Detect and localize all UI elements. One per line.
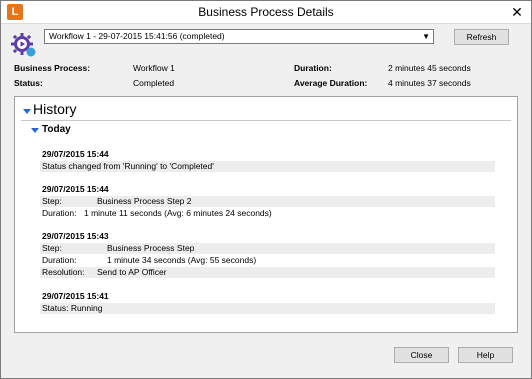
entry-key: Step: <box>42 243 62 253</box>
entry-value: Business Process Step 2 <box>97 196 192 206</box>
collapse-triangle-icon[interactable] <box>31 128 39 133</box>
today-group-heading: Today <box>42 124 71 135</box>
entry-key: Duration: <box>42 208 77 218</box>
entry-row: Duration: 1 minute 34 seconds (Avg: 55 s… <box>40 255 495 266</box>
window-title: Business Process Details <box>198 5 334 19</box>
duration-value: 2 minutes 45 seconds <box>388 63 471 73</box>
history-heading: History <box>33 101 77 117</box>
entry-row: Resolution: Send to AP Officer <box>40 267 495 278</box>
history-panel[interactable]: History Today 29/07/2015 15:44 Status ch… <box>14 96 518 333</box>
entry-value: Business Process Step <box>107 243 195 253</box>
entry-row: Duration: 1 minute 11 seconds (Avg: 6 mi… <box>40 208 495 219</box>
average-duration-value: 4 minutes 37 seconds <box>388 78 471 88</box>
average-duration-label: Average Duration: <box>294 78 368 88</box>
business-process-icon <box>11 33 36 57</box>
chevron-down-icon: ▼ <box>422 32 430 41</box>
close-button[interactable]: Close <box>394 347 449 363</box>
entry-row: Status: Running <box>40 303 495 314</box>
close-window-button[interactable]: ✕ <box>502 0 532 24</box>
entry-row: Step: Business Process Step 2 <box>40 196 495 207</box>
collapse-triangle-icon[interactable] <box>23 109 31 114</box>
business-process-label: Business Process: <box>14 63 91 73</box>
entry-value: 1 minute 11 seconds (Avg: 6 minutes 24 s… <box>84 208 272 218</box>
refresh-button[interactable]: Refresh <box>454 29 509 45</box>
entry-timestamp: 29/07/2015 15:41 <box>42 291 109 301</box>
entry-key: Duration: <box>42 255 77 265</box>
entry-row: Step: Business Process Step <box>40 243 495 254</box>
entry-timestamp: 29/07/2015 15:44 <box>42 184 109 194</box>
help-button[interactable]: Help <box>458 347 513 363</box>
title-bar: L Business Process Details ✕ <box>0 0 532 24</box>
entry-key: Step: <box>42 196 62 206</box>
entry-row: Status changed from 'Running' to 'Comple… <box>40 161 495 172</box>
entry-value: Send to AP Officer <box>97 267 167 277</box>
entry-text: Status: Running <box>42 303 103 313</box>
status-value: Completed <box>133 78 175 88</box>
status-label: Status: <box>14 78 43 88</box>
workflow-instance-select[interactable]: Workflow 1 - 29-07-2015 15:41:56 (comple… <box>44 29 434 44</box>
duration-label: Duration: <box>294 63 332 73</box>
entry-timestamp: 29/07/2015 15:43 <box>42 231 109 241</box>
entry-value: 1 minute 34 seconds (Avg: 55 seconds) <box>107 255 257 265</box>
entry-timestamp: 29/07/2015 15:44 <box>42 149 109 159</box>
business-process-value: Workflow 1 <box>133 63 175 73</box>
divider <box>21 120 511 121</box>
entry-key: Resolution: <box>42 267 85 277</box>
entry-text: Status changed from 'Running' to 'Comple… <box>42 161 214 171</box>
workflow-select-value: Workflow 1 - 29-07-2015 15:41:56 (comple… <box>49 31 225 41</box>
